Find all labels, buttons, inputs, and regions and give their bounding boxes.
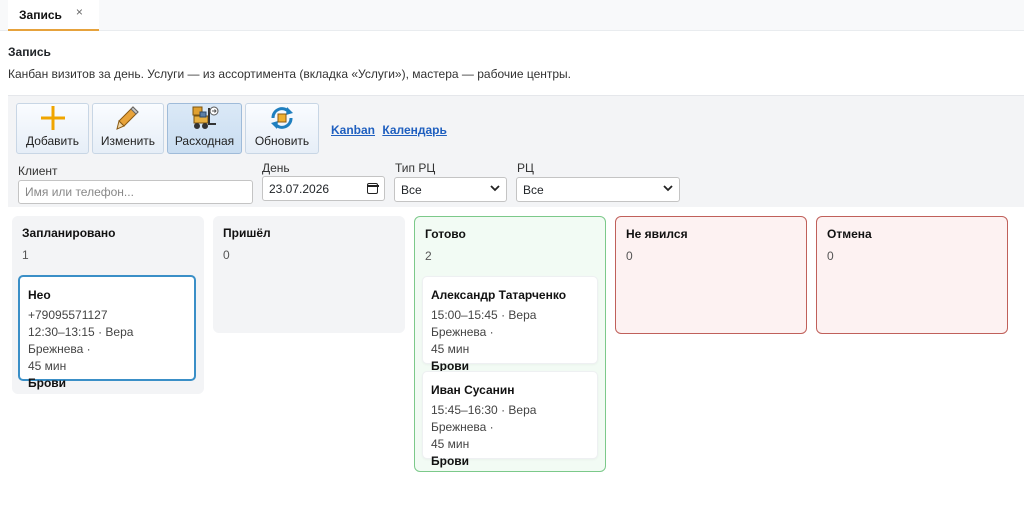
kanban-column-planned: Запланировано 1 Нео +79095571127 12:30–1… [12,216,204,394]
visit-card[interactable]: Александр Татарченко 15:00–15:45 · Вера … [422,276,598,373]
kanban-column-done: Готово 2 Александр Татарченко 15:00–15:4… [414,216,606,472]
calendar-icon[interactable] [366,183,379,194]
client-phone: +79095571127 [28,308,108,322]
column-title: Готово [425,227,466,241]
plus-icon [38,105,68,131]
client-label: Клиент [18,164,58,178]
tab-bar: Запись × [0,0,1024,31]
close-icon[interactable]: × [76,6,83,18]
refresh-button[interactable]: Обновить [245,103,319,154]
column-title: Не явился [626,227,688,241]
tab-label: Запись [19,7,62,22]
rc-label: РЦ [517,161,534,175]
refresh-icon [267,105,297,131]
toolbar-panel: Добавить Изменить Расходная Обновить Kan… [8,95,1024,207]
rc-select[interactable]: Все [516,177,680,202]
visit-card[interactable]: Нео +79095571127 12:30–13:15 · Вера Бреж… [18,275,196,390]
visit-time-master: 15:00–15:45 · Вера Брежнева · [431,308,537,339]
add-button[interactable]: Добавить [16,103,89,154]
client-name: Александр Татарченко [431,288,567,302]
add-button-label: Добавить [25,134,80,148]
edit-button[interactable]: Изменить [92,103,164,154]
view-switcher: Kanban Календарь [331,123,451,137]
rc-type-label: Тип РЦ [395,161,436,175]
day-date-input[interactable]: 23.07.2026 [262,176,385,201]
visit-time-master: 12:30–13:15 · Вера Брежнева · [28,325,134,356]
client-name: Иван Сусанин [431,383,515,397]
kanban-column-no-show: Не явился 0 [615,216,807,334]
expense-button-label: Расходная [174,134,235,148]
kanban-column-cancelled: Отмена 0 [816,216,1008,334]
rc-value: Все [523,182,544,197]
visit-duration: 45 мин [431,437,470,451]
visit-service: Брови [431,454,470,468]
column-count: 0 [827,249,834,263]
edit-button-label: Изменить [100,134,156,148]
visit-service: Брови [28,376,67,390]
visit-card[interactable]: Иван Сусанин 15:45–16:30 · Вера Брежнева… [422,371,598,468]
visit-duration: 45 мин [28,359,67,373]
kanban-view-link[interactable]: Kanban [331,123,375,137]
column-count: 0 [223,248,230,262]
rc-type-select[interactable]: Все [394,177,507,202]
column-title: Запланировано [22,226,116,240]
chevron-down-icon [490,184,500,195]
chevron-down-icon [663,184,673,195]
client-name: Нео [28,288,51,302]
refresh-button-label: Обновить [254,134,310,148]
day-value: 23.07.2026 [269,181,330,196]
client-search-input[interactable] [18,180,253,204]
expense-button[interactable]: Расходная [167,103,242,154]
calendar-view-link[interactable]: Календарь [382,123,447,137]
column-count: 2 [425,249,432,263]
column-title: Отмена [827,227,872,241]
day-label: День [262,161,290,175]
kanban-column-arrived: Пришёл 0 [213,216,405,333]
forklift-icon [190,105,220,131]
rc-type-value: Все [401,182,422,197]
column-count: 1 [22,248,29,262]
column-count: 0 [626,249,633,263]
visit-time-master: 15:45–16:30 · Вера Брежнева · [431,403,537,434]
tab-zapis[interactable]: Запись × [8,0,99,31]
column-title: Пришёл [223,226,271,240]
page-description: Канбан визитов за день. Услуги — из ассо… [8,67,572,81]
visit-duration: 45 мин [431,342,470,356]
page-title: Запись [8,45,51,59]
pencil-icon [113,105,143,131]
